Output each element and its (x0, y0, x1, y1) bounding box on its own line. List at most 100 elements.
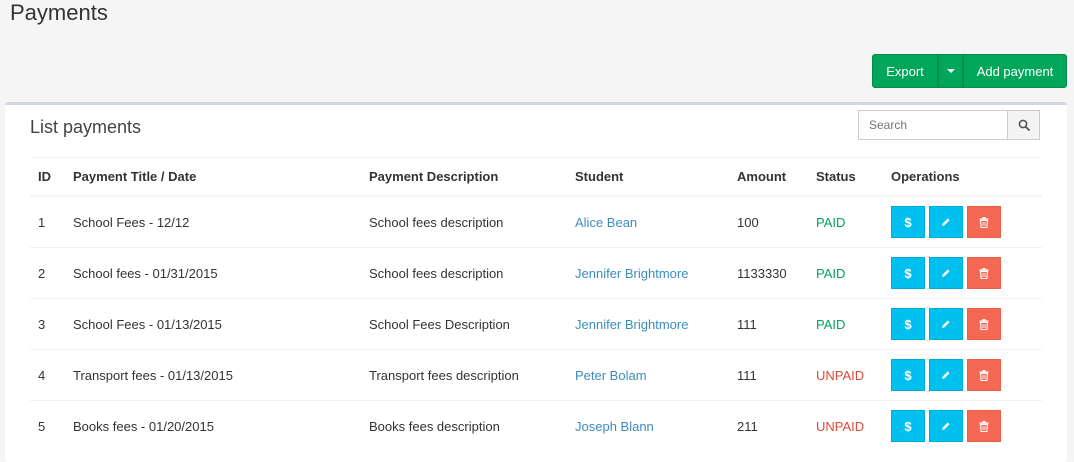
status-badge: UNPAID (816, 418, 865, 434)
col-status: Status (808, 157, 883, 197)
add-payment-button[interactable]: Add payment (963, 54, 1067, 88)
status-badge: PAID (816, 214, 846, 230)
cell-title: School Fees - 01/13/2015 (65, 298, 361, 350)
delete-button[interactable] (967, 410, 1001, 442)
cell-description: Transport fees description (361, 349, 567, 401)
cell-amount: 111 (729, 298, 808, 350)
delete-button[interactable] (967, 206, 1001, 238)
search-icon (1018, 119, 1030, 131)
cell-id: 5 (30, 400, 65, 451)
pencil-icon (942, 320, 950, 328)
cell-description: School fees description (361, 195, 567, 248)
edit-button[interactable] (929, 410, 963, 442)
pay-button[interactable]: $ (891, 308, 925, 340)
table-row: 5 Books fees - 01/20/2015 Books fees des… (30, 400, 1042, 451)
cell-description: Books fees description (361, 400, 567, 451)
student-link[interactable]: Alice Bean (575, 215, 637, 230)
table-header-row: ID Payment Title / Date Payment Descript… (30, 157, 1042, 197)
table-row: 4 Transport fees - 01/13/2015 Transport … (30, 349, 1042, 401)
col-operations: Operations (883, 157, 1042, 197)
cell-status: PAID (808, 195, 883, 248)
table-row: 2 School fees - 01/31/2015 School fees d… (30, 247, 1042, 299)
pencil-icon (942, 218, 950, 226)
trash-icon (979, 267, 989, 279)
cell-title: School fees - 01/31/2015 (65, 247, 361, 299)
student-link[interactable]: Peter Bolam (575, 368, 647, 383)
cell-student: Alice Bean (567, 195, 729, 248)
status-badge: PAID (816, 316, 846, 332)
dollar-icon: $ (904, 214, 912, 230)
cell-status: UNPAID (808, 349, 883, 401)
status-badge: UNPAID (816, 367, 865, 383)
search-input[interactable] (858, 110, 1008, 140)
status-badge: PAID (816, 265, 846, 281)
cell-id: 1 (30, 195, 65, 248)
dollar-icon: $ (904, 265, 912, 281)
cell-description: School fees description (361, 247, 567, 299)
cell-amount: 211 (729, 400, 808, 451)
edit-button[interactable] (929, 206, 963, 238)
student-link[interactable]: Joseph Blann (575, 419, 654, 434)
pay-button[interactable]: $ (891, 410, 925, 442)
payments-table: ID Payment Title / Date Payment Descript… (30, 157, 1042, 451)
cell-id: 3 (30, 298, 65, 350)
cell-student: Jennifer Brightmore (567, 298, 729, 350)
student-link[interactable]: Jennifer Brightmore (575, 266, 688, 281)
student-link[interactable]: Jennifer Brightmore (575, 317, 688, 332)
box-title: List payments (30, 117, 142, 137)
col-id: ID (30, 157, 65, 197)
cell-status: PAID (808, 247, 883, 299)
pay-button[interactable]: $ (891, 206, 925, 238)
pay-button[interactable]: $ (891, 359, 925, 391)
trash-icon (979, 369, 989, 381)
cell-id: 4 (30, 349, 65, 401)
cell-operations: $ (883, 195, 1042, 248)
search-group (858, 110, 1040, 140)
cell-amount: 1133330 (729, 247, 808, 299)
cell-title: Books fees - 01/20/2015 (65, 400, 361, 451)
pencil-icon (942, 371, 950, 379)
cell-status: UNPAID (808, 400, 883, 451)
cell-amount: 111 (729, 349, 808, 401)
action-button-group: Export Add payment (872, 54, 1067, 88)
col-title: Payment Title / Date (65, 157, 361, 197)
trash-icon (979, 318, 989, 330)
col-amount: Amount (729, 157, 808, 197)
delete-button[interactable] (967, 359, 1001, 391)
cell-operations: $ (883, 298, 1042, 350)
cell-operations: $ (883, 400, 1042, 451)
cell-student: Joseph Blann (567, 400, 729, 451)
edit-button[interactable] (929, 257, 963, 289)
cell-title: Transport fees - 01/13/2015 (65, 349, 361, 401)
cell-amount: 100 (729, 195, 808, 248)
search-button[interactable] (1008, 110, 1040, 140)
cell-id: 2 (30, 247, 65, 299)
caret-down-icon (946, 69, 955, 73)
cell-operations: $ (883, 349, 1042, 401)
trash-icon (979, 420, 989, 432)
cell-student: Peter Bolam (567, 349, 729, 401)
export-button[interactable]: Export (872, 54, 938, 88)
cell-title: School Fees - 12/12 (65, 195, 361, 248)
trash-icon (979, 216, 989, 228)
page-title: Payments (10, 0, 108, 25)
cell-status: PAID (808, 298, 883, 350)
payments-box: List payments ID Payment Title / Date Pa… (5, 102, 1067, 462)
cell-operations: $ (883, 247, 1042, 299)
table-row: 3 School Fees - 01/13/2015 School Fees D… (30, 298, 1042, 350)
dollar-icon: $ (904, 367, 912, 383)
edit-button[interactable] (929, 308, 963, 340)
dollar-icon: $ (904, 316, 912, 332)
dollar-icon: $ (904, 418, 912, 434)
pay-button[interactable]: $ (891, 257, 925, 289)
edit-button[interactable] (929, 359, 963, 391)
col-student: Student (567, 157, 729, 197)
delete-button[interactable] (967, 257, 1001, 289)
table-row: 1 School Fees - 12/12 School fees descri… (30, 195, 1042, 248)
pencil-icon (942, 422, 950, 430)
pencil-icon (942, 269, 950, 277)
cell-description: School Fees Description (361, 298, 567, 350)
delete-button[interactable] (967, 308, 1001, 340)
export-dropdown-toggle[interactable] (938, 54, 963, 88)
col-description: Payment Description (361, 157, 567, 197)
